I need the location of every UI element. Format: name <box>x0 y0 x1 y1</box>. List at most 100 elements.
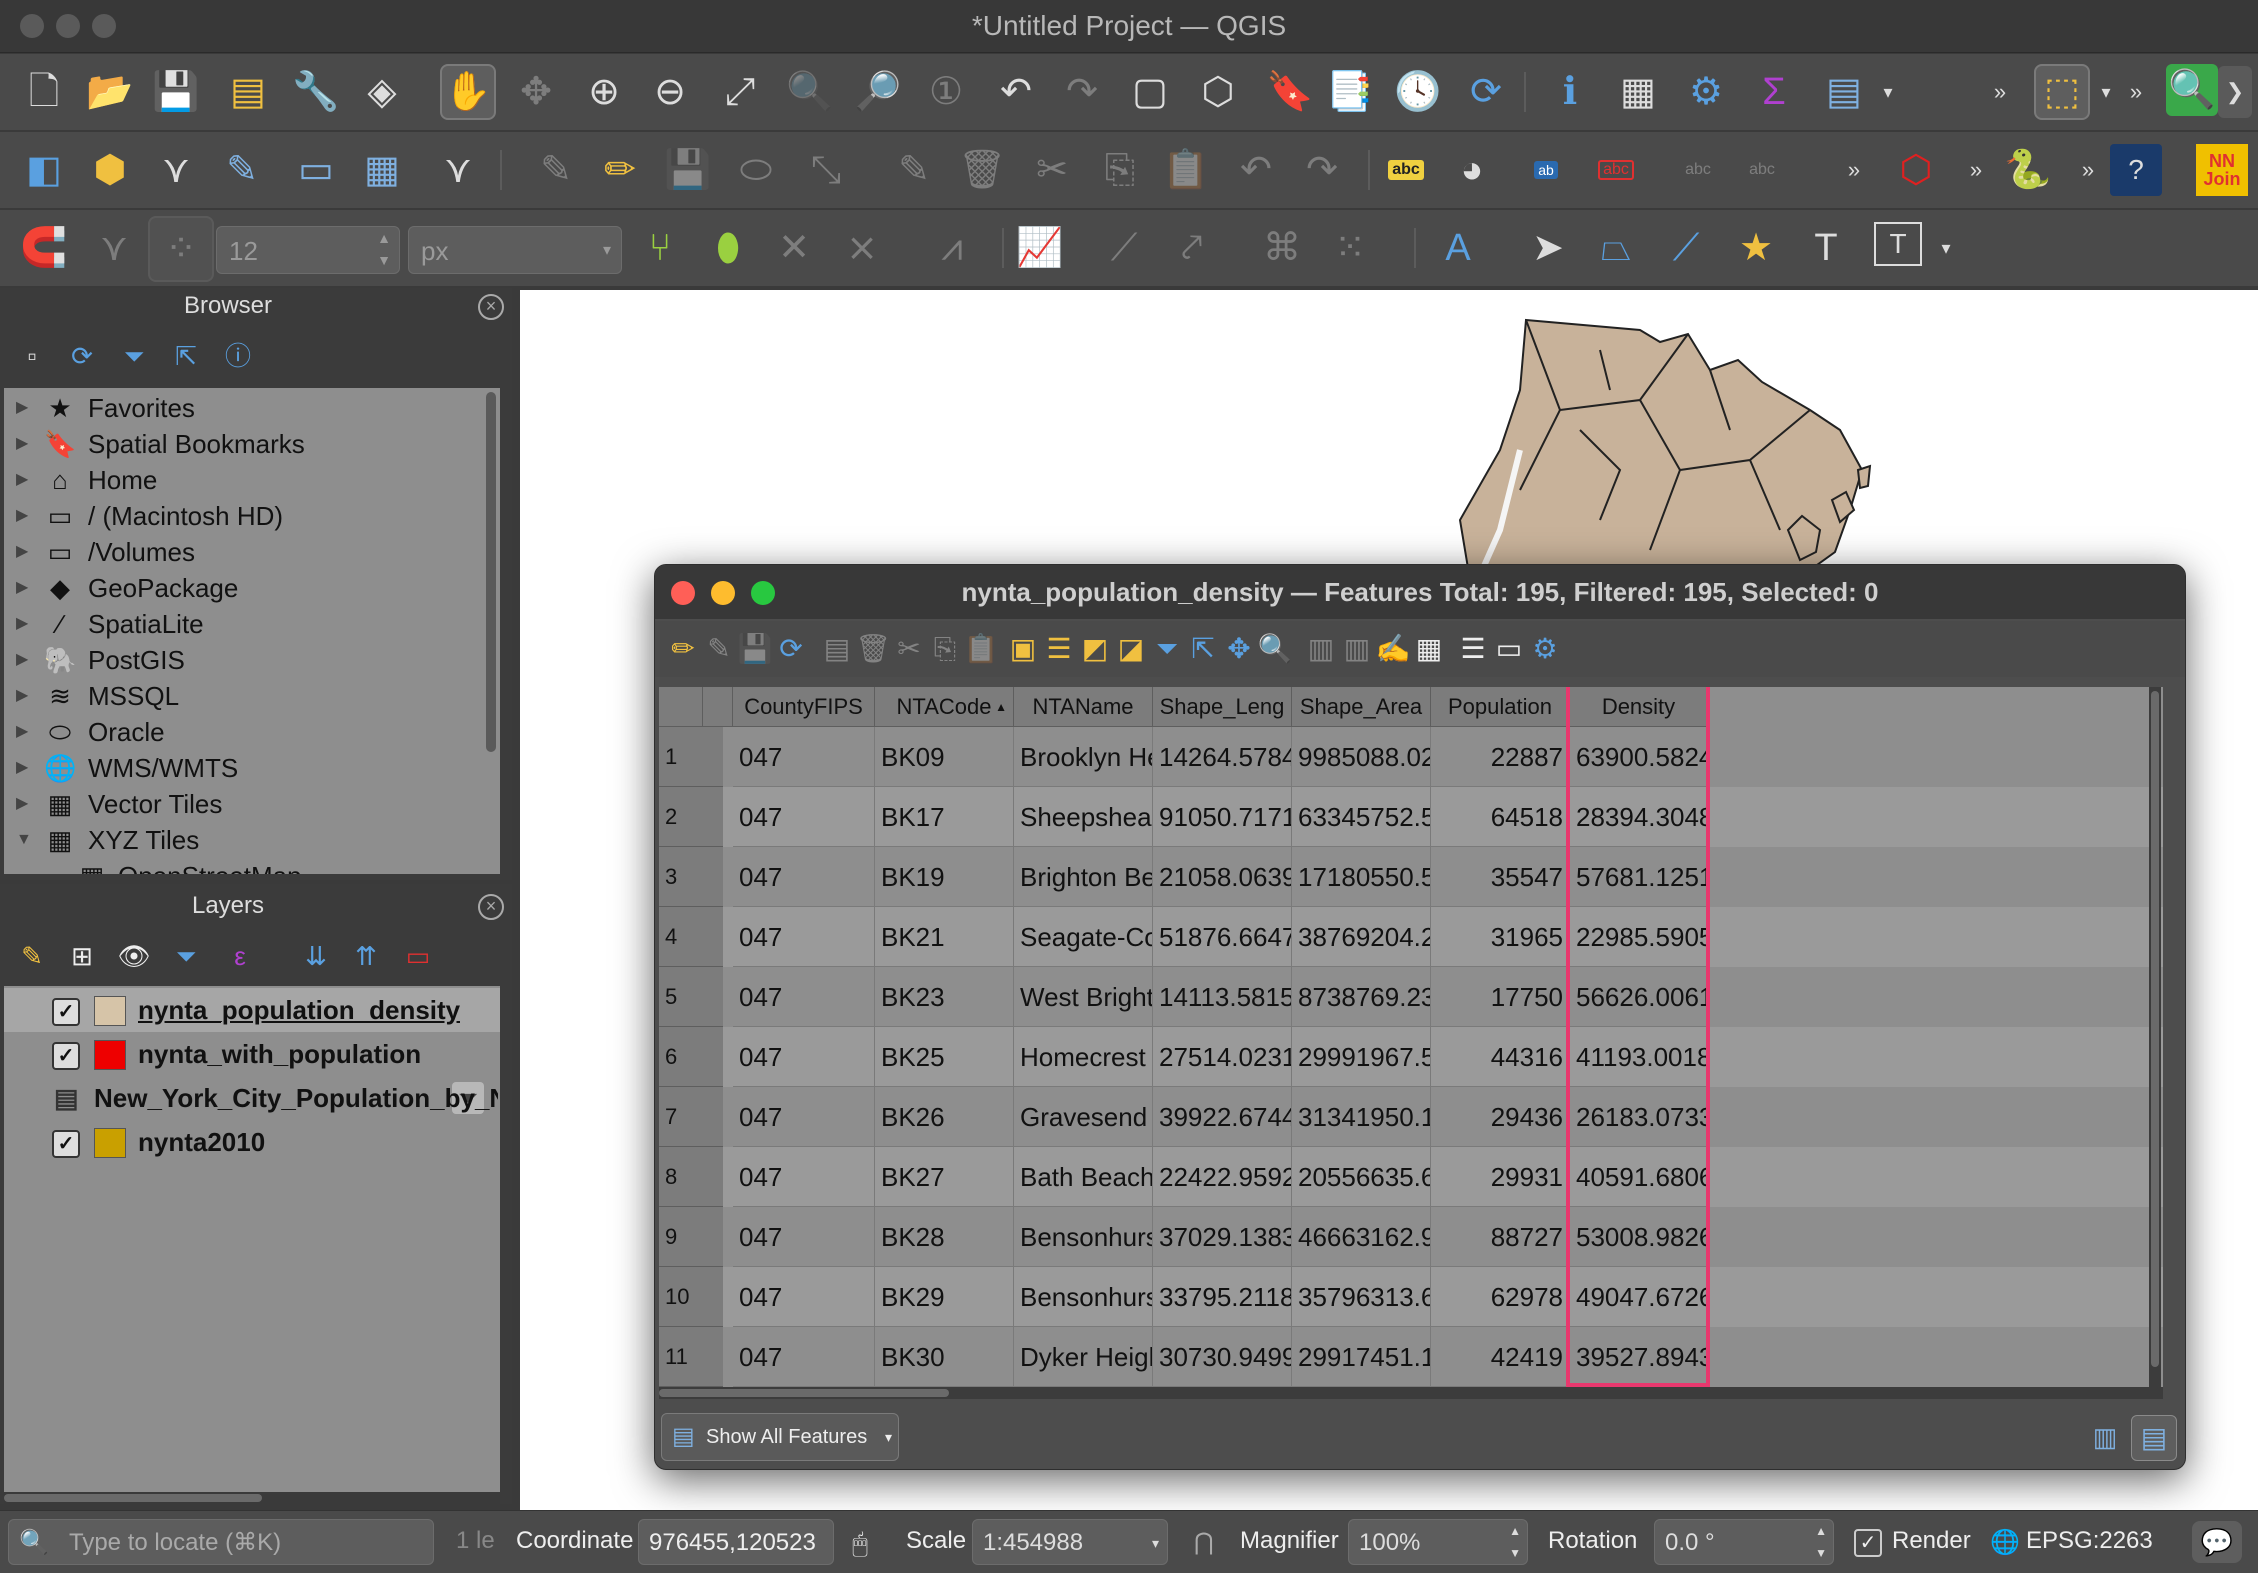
current-edits-icon[interactable]: ✎ <box>530 144 582 196</box>
table-cell-ntacode[interactable]: BK23 <box>875 967 1014 1027</box>
new-mesh-layer-icon[interactable]: ▦ <box>356 144 408 196</box>
toggle-extents-icon[interactable]: 🖱 <box>842 1525 878 1561</box>
delete-field-icon[interactable]: ▥ <box>1339 631 1375 667</box>
table-cell-countyfips[interactable]: 047 <box>733 967 875 1027</box>
self-snapping-icon[interactable]: ⨯ <box>836 222 888 274</box>
new-print-layout-icon[interactable]: ▤ <box>222 66 274 118</box>
table-cell-ntaname[interactable]: Brooklyn Hei... <box>1014 727 1153 787</box>
pan-to-selection-icon[interactable]: ✥ <box>510 66 562 118</box>
row-number[interactable]: 10 <box>659 1267 723 1327</box>
grid-vscroll-thumb[interactable] <box>2151 691 2159 1367</box>
table-cell-population[interactable]: 29436 <box>1431 1087 1570 1147</box>
grid-hscroll-thumb[interactable] <box>659 1389 949 1397</box>
zoom-full-icon[interactable]: ⤢ <box>714 66 766 118</box>
browser-item[interactable]: ▶ ⬭ Oracle <box>4 714 484 750</box>
table-row[interactable]: 6047BK25Homecrest27514.0231829991967.54.… <box>659 1027 2163 1087</box>
paste-features-icon[interactable]: 📋 <box>1160 144 1212 196</box>
zoom-last-icon[interactable]: ↶ <box>990 66 1042 118</box>
delete-selected-icon[interactable]: 🗑 <box>956 144 1008 196</box>
table-cell-ntaname[interactable]: Gravesend <box>1014 1087 1153 1147</box>
expand-arrow-icon[interactable]: ▶ <box>16 750 28 786</box>
layer-symbol-swatch[interactable] <box>94 996 126 1026</box>
zoom-to-selected-icon[interactable]: 🔍 <box>1257 631 1293 667</box>
magnifier-spinbox[interactable]: 100% ▲ ▼ <box>1348 1519 1528 1565</box>
table-cell-population[interactable]: 64518 <box>1431 787 1570 847</box>
table-view-icon[interactable]: ▤ <box>2131 1415 2177 1461</box>
nnjoin-icon[interactable]: NN Join <box>2196 144 2248 196</box>
add-selected-layers-icon[interactable]: ▫ <box>14 338 50 374</box>
table-cell-ntacode[interactable]: BK30 <box>875 1327 1014 1387</box>
table-cell-shape_area[interactable]: 9985088.02... <box>1292 727 1431 787</box>
remove-layer-icon[interactable]: ▭ <box>400 938 436 974</box>
text-annotation-icon[interactable]: A <box>1432 222 1484 274</box>
zoom-next-icon[interactable]: ↷ <box>1056 66 1108 118</box>
data-source-manager-icon[interactable]: ◧ <box>18 144 70 196</box>
overflow-chevron-icon[interactable]: » <box>2062 144 2114 196</box>
table-cell-countyfips[interactable]: 047 <box>733 1147 875 1207</box>
move-label-icon[interactable]: abc <box>1736 144 1788 196</box>
close-window-button[interactable] <box>671 581 695 605</box>
expand-arrow-icon[interactable]: ▶ <box>16 390 28 426</box>
toggle-editing-icon[interactable]: ✏ <box>665 631 701 667</box>
row-number[interactable]: 3 <box>659 847 723 907</box>
row-number[interactable]: 9 <box>659 1207 723 1267</box>
intersection-icon[interactable]: ✕ <box>768 222 820 274</box>
table-cell-shape_leng[interactable]: 21058.0639... <box>1153 847 1292 907</box>
table-cell-population[interactable]: 88727 <box>1431 1207 1570 1267</box>
table-cell-ntacode[interactable]: BK17 <box>875 787 1014 847</box>
table-cell-population[interactable]: 62978 <box>1431 1267 1570 1327</box>
row-number[interactable]: 1 <box>659 727 723 787</box>
table-cell-population[interactable]: 17750 <box>1431 967 1570 1027</box>
layer-item[interactable]: ✓ nynta2010 <box>4 1120 500 1164</box>
table-cell-shape_leng[interactable]: 51876.664709 <box>1153 907 1292 967</box>
table-cell-countyfips[interactable]: 047 <box>733 1327 875 1387</box>
column-header-shape_leng[interactable]: Shape_Leng <box>1153 687 1292 727</box>
table-cell-countyfips[interactable]: 047 <box>733 1267 875 1327</box>
table-cell-shape_area[interactable]: 31341950.19... <box>1292 1087 1431 1147</box>
layer-visibility-checkbox[interactable]: ✓ <box>52 1130 80 1158</box>
table-cell-ntaname[interactable]: Bensonhurst ... <box>1014 1207 1153 1267</box>
table-cell-ntaname[interactable]: Sheepshead ... <box>1014 787 1153 847</box>
row-number[interactable]: 4 <box>659 907 723 967</box>
table-cell-ntaname[interactable]: Dyker Heights <box>1014 1327 1153 1387</box>
crs-label[interactable]: EPSG:2263 <box>2026 1527 2153 1555</box>
save-edits-icon[interactable]: 💾 <box>662 144 714 196</box>
marker-annotation-icon[interactable]: ★ <box>1730 222 1782 274</box>
topological-editing-icon[interactable]: ⩘ <box>926 222 978 274</box>
layer-visibility-checkbox[interactable]: ✓ <box>52 998 80 1026</box>
zoom-to-layer-icon[interactable]: 🔎 <box>852 66 904 118</box>
table-cell-countyfips[interactable]: 047 <box>733 1207 875 1267</box>
table-cell-shape_leng[interactable]: 33795.211811 <box>1153 1267 1292 1327</box>
table-row[interactable]: 4047BK21Seagate-Con...51876.664709387692… <box>659 907 2163 967</box>
table-cell-ntacode[interactable]: BK27 <box>875 1147 1014 1207</box>
snapping-tolerance-spinbox[interactable]: 12 ▲ ▼ <box>216 226 400 274</box>
row-number[interactable]: 5 <box>659 967 723 1027</box>
table-cell-shape_area[interactable]: 8738769.231... <box>1292 967 1431 1027</box>
table-cell-population[interactable]: 35547 <box>1431 847 1570 907</box>
layer-symbol-swatch[interactable] <box>94 1128 126 1158</box>
table-row[interactable]: 3047BK19Brighton Beach21058.0639...17180… <box>659 847 2163 907</box>
expand-arrow-icon[interactable]: ▶ <box>16 534 28 570</box>
table-cell-shape_area[interactable]: 46663162.99... <box>1292 1207 1431 1267</box>
text-frame-icon[interactable]: T <box>1874 222 1922 266</box>
show-hide-labels-icon[interactable]: abc <box>1672 144 1724 196</box>
table-cell-ntaname[interactable]: Bath Beach <box>1014 1147 1153 1207</box>
table-cell-ntaname[interactable]: Bensonhurst ... <box>1014 1267 1153 1327</box>
new-spatialite-layer-icon[interactable]: ✎ <box>216 144 268 196</box>
open-layer-styling-icon[interactable]: ✎ <box>14 938 50 974</box>
lock-scale-icon[interactable]: ⋂ <box>1194 1525 1224 1561</box>
table-cell-shape_leng[interactable]: 14113.581565 <box>1153 967 1292 1027</box>
dock-table-icon[interactable]: ▭ <box>1491 631 1527 667</box>
layers-hscroll-thumb[interactable] <box>4 1494 262 1502</box>
table-row[interactable]: 2047BK17Sheepshead ...91050.71710...6334… <box>659 787 2163 847</box>
add-feature-icon[interactable]: ▤ <box>819 631 855 667</box>
deselect-all-icon[interactable]: ◪ <box>1113 631 1149 667</box>
browser-item[interactable]: ▼ ▦ XYZ Tiles <box>4 822 484 858</box>
snapping-magnet-icon[interactable]: 🧲 <box>18 222 70 274</box>
new-virtual-layer-icon[interactable]: ▭ <box>290 144 342 196</box>
form-view-icon[interactable]: ▥ <box>2087 1419 2123 1455</box>
column-header-population[interactable]: Population <box>1431 687 1570 727</box>
browser-item[interactable]: ▶ 🔖 Spatial Bookmarks <box>4 426 484 462</box>
chevron-down-icon[interactable]: ▾ <box>1920 222 1972 274</box>
save-edits-icon[interactable]: 💾 <box>737 631 773 667</box>
